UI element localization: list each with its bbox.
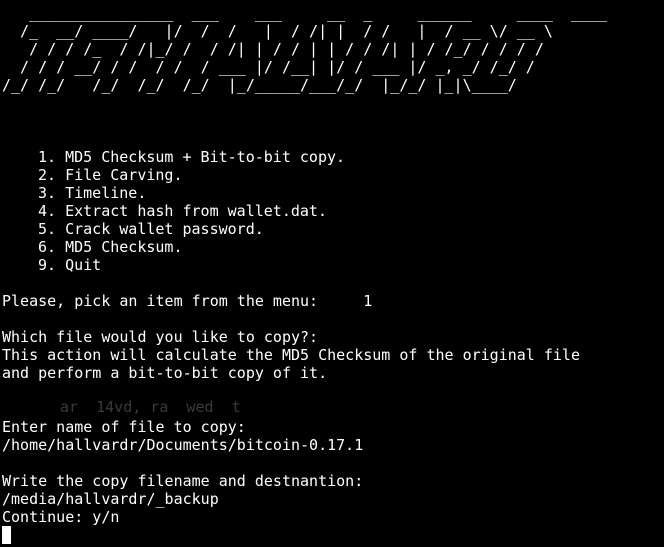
continue-prompt: Continue: y/n — [2, 508, 120, 526]
menu-item-md5-checksum: 6. MD5 Checksum. — [38, 238, 183, 256]
main-menu: 1. MD5 Checksum + Bit-to-bit copy. 2. Fi… — [2, 148, 664, 274]
terminal-window[interactable]: ________________ ___ ___ __ _ ______ ___… — [0, 0, 664, 547]
banner-line: ________________ ___ ___ __ _ ______ ___… — [2, 4, 608, 22]
info-text-line: and perform a bit-to-bit copy of it. — [2, 364, 328, 382]
menu-item-file-carving: 2. File Carving. — [38, 166, 183, 184]
source-path-input: /home/hallvardr/Documents/bitcoin-0.17.1 — [2, 436, 364, 454]
menu-item-crack-password: 5. Crack wallet password. — [38, 220, 264, 238]
faded-overlay-text: ar 14vd, ra wed t — [60, 398, 241, 416]
text-cursor — [2, 526, 11, 544]
banner-line: /_ __/ ____/ |/ / / | / /| | / / | / __ … — [2, 22, 553, 40]
banner-line: / / / __/ / / / / / ___ |/ /__| |/ / ___… — [2, 58, 535, 76]
pick-item-value: 1 — [363, 292, 373, 310]
pick-item-prompt: Please, pick an item from the menu: — [2, 292, 319, 310]
copy-question: Which file would you like to copy?: — [2, 328, 319, 346]
menu-item-quit: 9. Quit — [38, 256, 102, 274]
menu-item-timeline: 3. Timeline. — [38, 184, 147, 202]
ascii-banner: ________________ ___ ___ __ _ ______ ___… — [2, 4, 664, 94]
banner-line: / / / /_ / /|_/ / / /| | / / | | / / /| … — [2, 40, 544, 58]
info-text-line: This action will calculate the MD5 Check… — [2, 346, 580, 364]
menu-item-extract-hash: 4. Extract hash from wallet.dat. — [38, 202, 327, 220]
pick-item-line: Please, pick an item from the menu: 1 — [2, 292, 664, 310]
banner-line: /_/ /_/ /_/ /_/ /_/ |_/_____/___/_/ |_/_… — [2, 76, 517, 94]
destination-path-input: /media/hallvardr/_backup — [2, 490, 219, 508]
destination-prompt: Write the copy filename and destnantion: — [2, 472, 364, 490]
enter-name-prompt: Enter name of file to copy: — [2, 418, 246, 436]
input-line[interactable] — [2, 526, 664, 544]
menu-item-md5-copy: 1. MD5 Checksum + Bit-to-bit copy. — [38, 148, 346, 166]
